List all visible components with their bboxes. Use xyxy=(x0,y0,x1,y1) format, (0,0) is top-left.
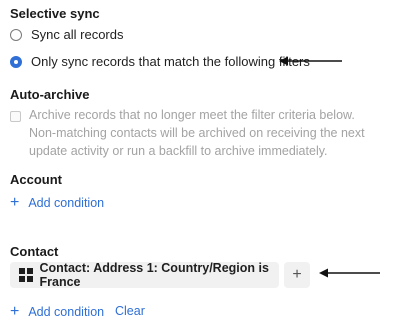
account-add-condition-link[interactable]: + Add condition xyxy=(10,195,104,211)
selective-sync-heading: Selective sync xyxy=(10,6,100,21)
radio-sync-all[interactable] xyxy=(10,28,22,41)
radio-sync-filtered-label: Only sync records that match the followi… xyxy=(31,54,310,69)
contact-heading: Contact xyxy=(10,244,59,259)
add-filter-button[interactable]: + xyxy=(284,262,310,288)
grid-icon xyxy=(19,268,33,282)
plus-icon: + xyxy=(292,266,302,283)
contact-filter-chip[interactable]: Contact: Address 1: Country/Region is Fr… xyxy=(10,261,279,289)
radio-option-sync-filtered[interactable]: Only sync records that match the followi… xyxy=(10,54,310,69)
clear-link[interactable]: Clear xyxy=(115,304,145,318)
plus-icon: + xyxy=(10,194,20,211)
radio-sync-all-label: Sync all records xyxy=(31,27,124,42)
contact-filter-chip-label: Contact: Address 1: Country/Region is Fr… xyxy=(39,261,269,289)
account-heading: Account xyxy=(10,172,62,187)
contact-add-condition-label: Add condition xyxy=(28,305,105,319)
arrow-left-icon xyxy=(279,56,342,66)
radio-option-sync-all[interactable]: Sync all records xyxy=(10,27,123,42)
arrow-left-icon xyxy=(319,268,380,278)
radio-sync-filtered[interactable] xyxy=(10,55,22,68)
auto-archive-checkbox[interactable] xyxy=(10,111,21,122)
contact-add-condition-link[interactable]: + Add condition xyxy=(10,304,104,320)
auto-archive-heading: Auto-archive xyxy=(10,87,90,102)
auto-archive-description: Archive records that no longer meet the … xyxy=(29,108,365,158)
plus-icon: + xyxy=(10,303,20,320)
account-add-condition-label: Add condition xyxy=(28,196,105,210)
